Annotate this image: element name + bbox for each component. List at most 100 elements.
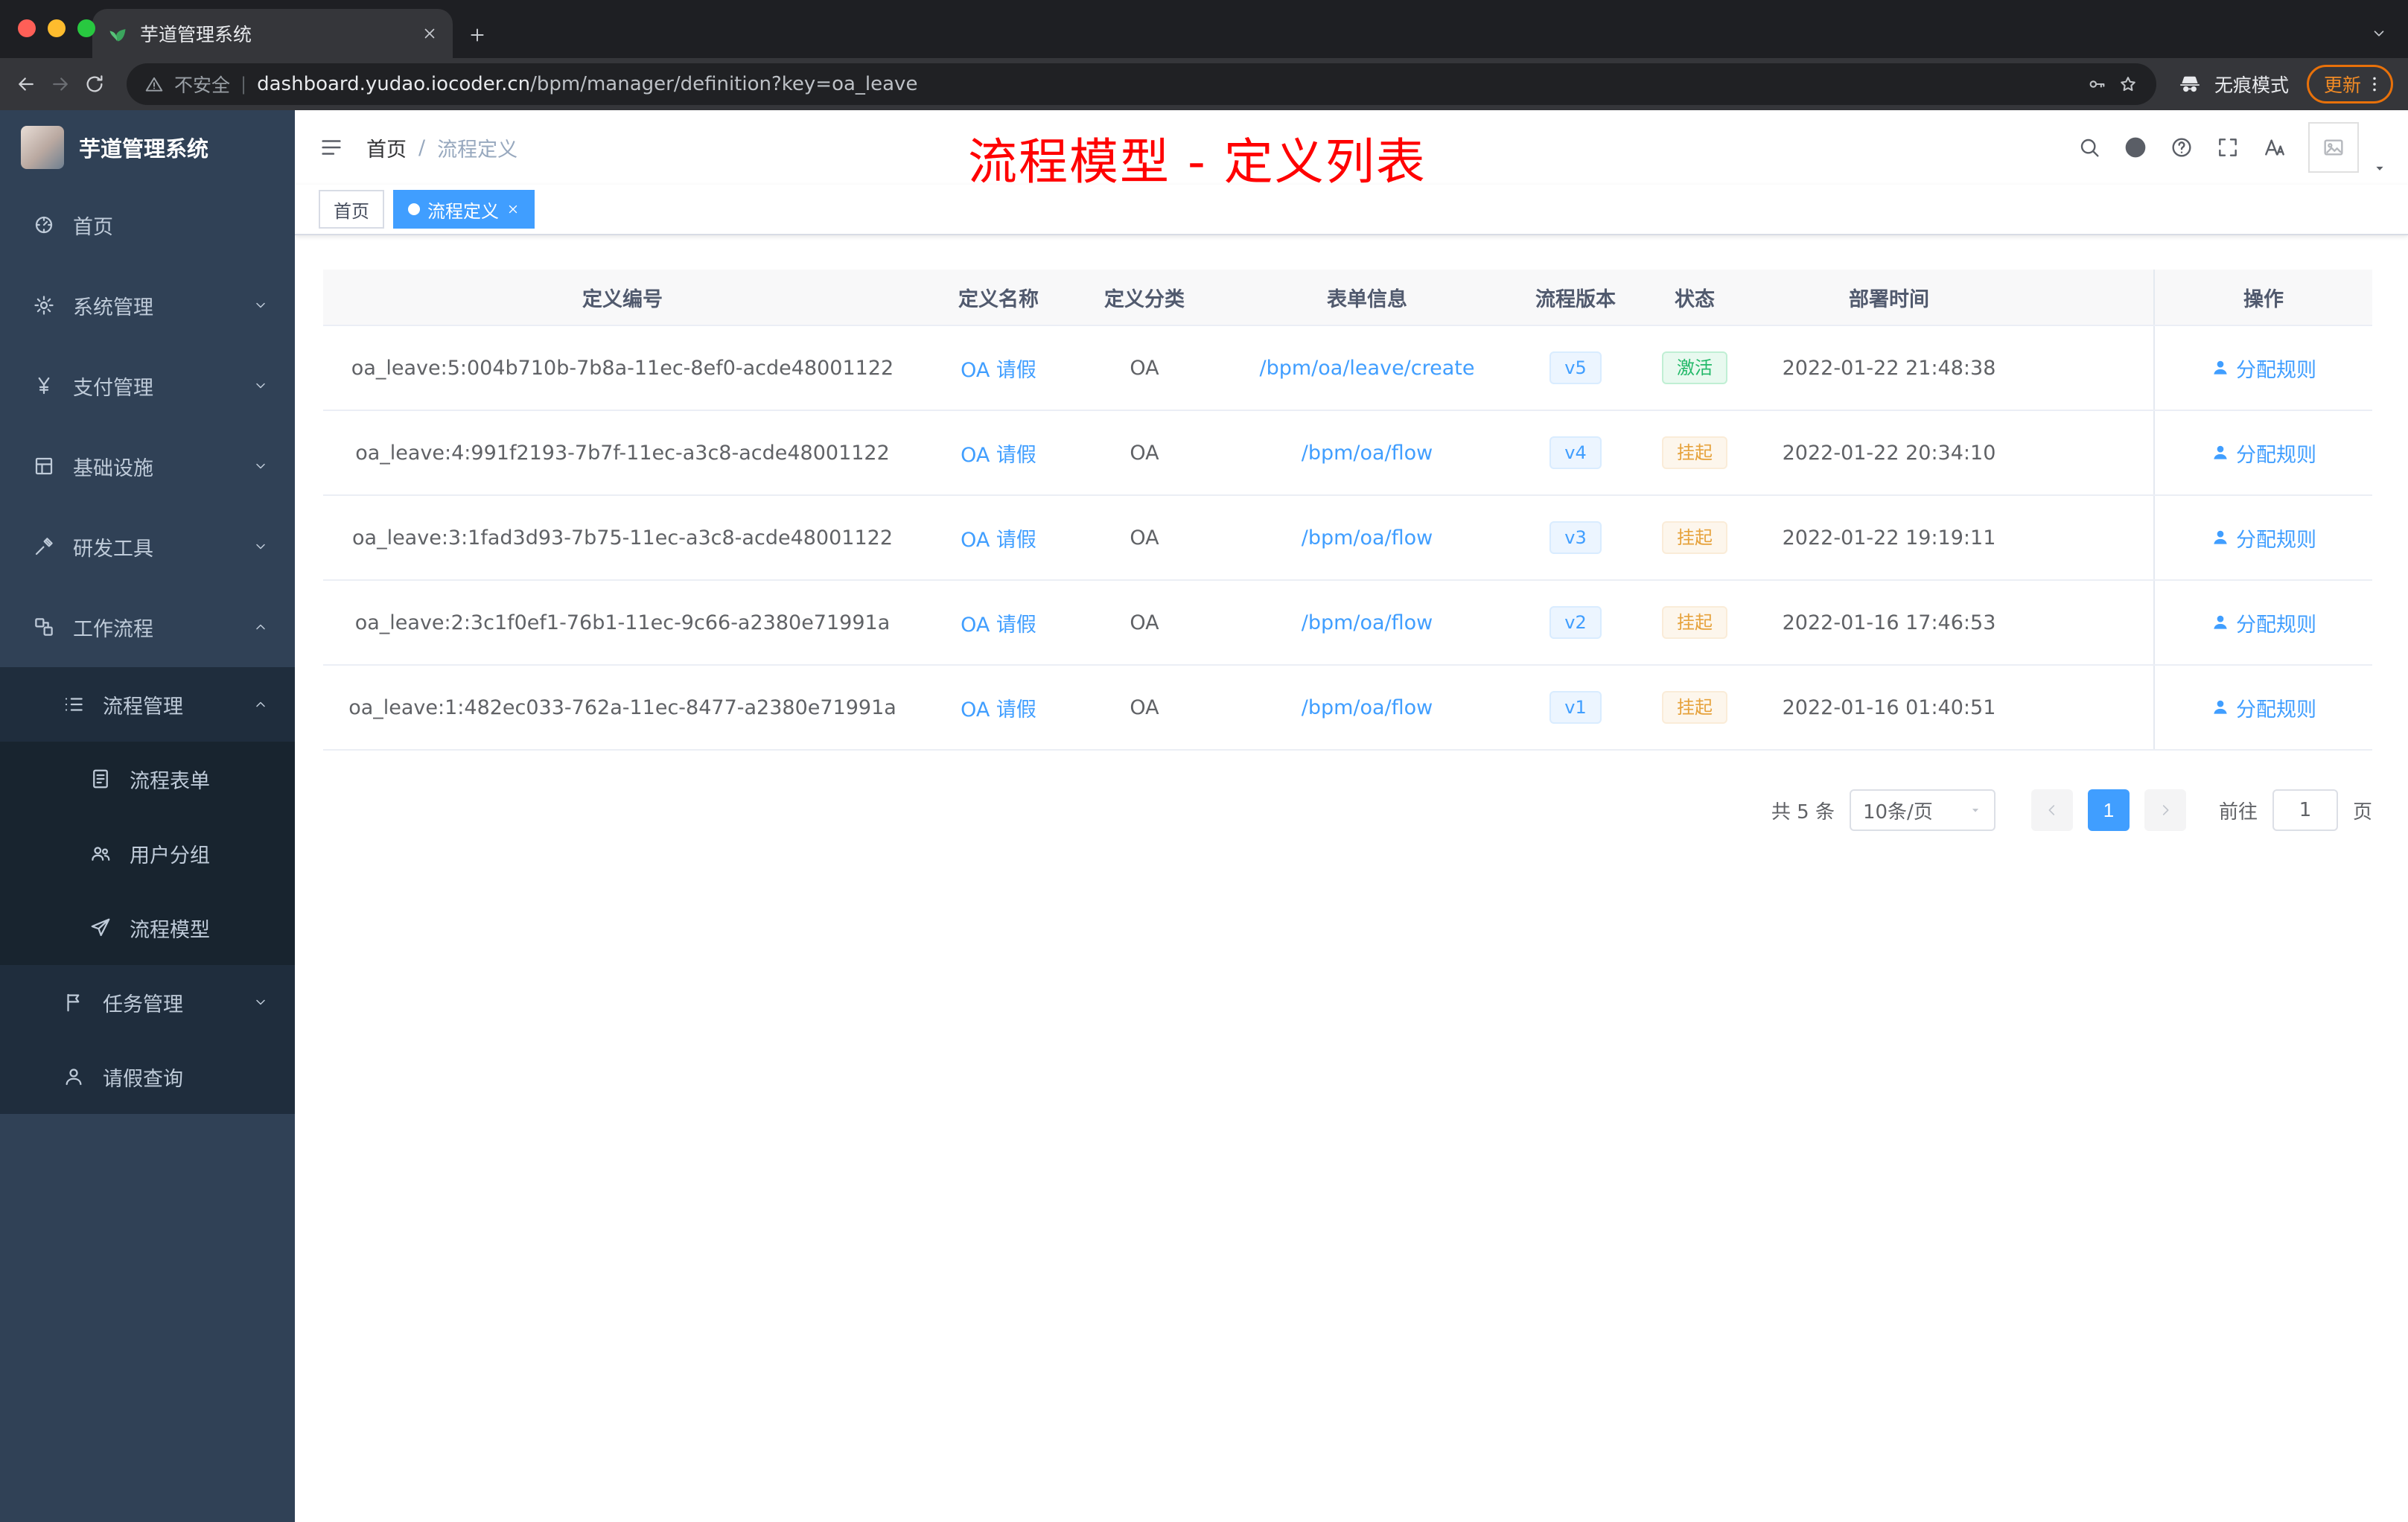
url-separator: | (241, 74, 247, 95)
url-host: dashboard.yudao.iocoder.cn (257, 73, 531, 95)
browser-tab[interactable]: 芋道管理系统 (92, 9, 453, 58)
form-icon (89, 768, 112, 790)
definition-name-cell: OA 请假 (922, 693, 1075, 722)
table-row: oa_leave:2:3c1f0ef1-76b1-11ec-9c66-a2380… (323, 581, 2372, 666)
fullscreen-icon[interactable] (2216, 136, 2240, 159)
github-icon[interactable] (2124, 136, 2147, 159)
app-title: 芋道管理系统 (79, 136, 209, 162)
tasks-icon (63, 991, 85, 1013)
next-page-button[interactable] (2144, 789, 2186, 831)
sidebar-item-tools[interactable]: 研发工具 (0, 506, 295, 587)
assign-rule-label: 分配规则 (2236, 613, 2316, 637)
definition-category-cell: OA (1130, 611, 1159, 634)
sidebar-item-group[interactable]: 用户分组 (0, 816, 295, 891)
tag-dot (408, 203, 420, 215)
deploy-time-cell: 2022-01-22 21:48:38 (1782, 356, 1996, 380)
list-icon (63, 693, 85, 716)
form-info-cell: /bpm/oa/flow (1214, 442, 1520, 465)
assign-rule-link[interactable]: 分配规则 (2211, 523, 2316, 553)
back-button[interactable] (15, 73, 37, 95)
font-size-icon[interactable] (2262, 136, 2286, 159)
definition-id-cell: oa_leave:5:004b710b-7b8a-11ec-8ef0-acde4… (351, 356, 894, 380)
reload-button[interactable] (83, 73, 106, 95)
status-badge: 挂起 (1662, 521, 1727, 554)
chevron-left-icon (2044, 802, 2060, 818)
tag-active[interactable]: 流程定义 (393, 190, 535, 229)
security-label[interactable]: 不安全 (174, 71, 230, 98)
chevron-down-icon (253, 539, 268, 554)
page-content: 定义编号 定义名称 定义分类 表单信息 流程版本 状态 部署时间 操作 oa_leave:5:0… (295, 235, 2408, 1522)
url-path: /bpm/manager/definition?key=oa_leave (530, 73, 918, 95)
user-avatar[interactable] (2308, 122, 2359, 173)
status-cell: 挂起 (1631, 691, 1759, 724)
person-icon (2211, 358, 2230, 378)
sidebar-item-tasks[interactable]: 任务管理 (0, 965, 295, 1039)
tag-item[interactable]: 首页 (319, 190, 384, 229)
page-size-select[interactable]: 10条/页 (1849, 789, 1995, 831)
forward-button[interactable] (49, 73, 71, 95)
form-info-link[interactable]: /bpm/oa/leave/create (1260, 357, 1475, 380)
url-bar[interactable]: 不安全 | dashboard.yudao.iocoder.cn/bpm/man… (127, 63, 2156, 105)
tab-close-icon[interactable] (421, 25, 438, 42)
form-info-link[interactable]: /bpm/oa/flow (1302, 611, 1433, 634)
sidebar-item-list[interactable]: 流程管理 (0, 667, 295, 742)
sidebar-item-send[interactable]: 流程模型 (0, 891, 295, 965)
help-icon[interactable] (2170, 136, 2194, 159)
sidebar-item-infra[interactable]: 基础设施 (0, 426, 295, 506)
definition-name-link[interactable]: OA 请假 (961, 529, 1036, 552)
breadcrumb-separator: / (418, 136, 426, 159)
definition-id-cell: oa_leave:3:1fad3d93-7b75-11ec-a3c8-acde4… (352, 526, 893, 550)
definition-name-link[interactable]: OA 请假 (961, 698, 1036, 722)
assign-rule-link[interactable]: 分配规则 (2211, 439, 2316, 468)
browser-toolbar: 不安全 | dashboard.yudao.iocoder.cn/bpm/man… (0, 58, 2408, 110)
sidebar-item-yen[interactable]: 支付管理 (0, 346, 295, 426)
form-info-link[interactable]: /bpm/oa/flow (1302, 696, 1433, 719)
yen-icon (33, 375, 55, 397)
tag-close-icon[interactable] (506, 203, 520, 216)
bookmark-star-icon[interactable] (2118, 74, 2138, 95)
sidebar-item-user[interactable]: 请假查询 (0, 1039, 295, 1114)
prev-page-button[interactable] (2030, 789, 2073, 831)
avatar-caret-icon[interactable] (2372, 161, 2387, 176)
form-info-cell: /bpm/oa/flow (1214, 526, 1520, 550)
user-icon (63, 1066, 85, 1088)
assign-rule-label: 分配规则 (2236, 358, 2316, 382)
tab-overflow-icon[interactable] (2371, 25, 2387, 42)
sidebar-item-dashboard[interactable]: 首页 (0, 185, 295, 265)
form-info-link[interactable]: /bpm/oa/flow (1302, 442, 1433, 465)
page-number-1[interactable]: 1 (2087, 789, 2130, 831)
sidebar-item-workflow[interactable]: 工作流程 (0, 587, 295, 667)
goto-page-input[interactable] (2272, 789, 2338, 831)
table-row: oa_leave:4:991f2193-7b7f-11ec-a3c8-acde4… (323, 411, 2372, 496)
update-label: 更新 (2323, 74, 2361, 96)
status-badge: 挂起 (1662, 691, 1727, 724)
new-tab-button[interactable] (468, 25, 487, 45)
breadcrumb: 首页 / 流程定义 (366, 133, 517, 162)
assign-rule-link[interactable]: 分配规则 (2211, 608, 2316, 637)
operation-cell: 分配规则 (2153, 496, 2372, 579)
status-badge: 激活 (1662, 351, 1727, 384)
hamburger-icon[interactable] (319, 135, 344, 160)
assign-rule-link[interactable]: 分配规则 (2211, 693, 2316, 722)
app-logo[interactable]: 芋道管理系统 (0, 110, 295, 185)
breadcrumb-home[interactable]: 首页 (366, 133, 407, 162)
password-key-icon[interactable] (2086, 74, 2107, 95)
window-close-button[interactable] (18, 19, 36, 37)
definition-name-link[interactable]: OA 请假 (961, 614, 1036, 637)
definition-id-cell: oa_leave:1:482ec033-762a-11ec-8477-a2380… (348, 695, 896, 719)
assign-rule-label: 分配规则 (2236, 698, 2316, 722)
sidebar-item-form[interactable]: 流程表单 (0, 742, 295, 816)
form-info-link[interactable]: /bpm/oa/flow (1302, 526, 1433, 550)
browser-menu-icon[interactable] (2364, 74, 2385, 95)
sidebar-item-gear[interactable]: 系统管理 (0, 265, 295, 346)
window-minimize-button[interactable] (48, 19, 66, 37)
table-row: oa_leave:1:482ec033-762a-11ec-8477-a2380… (323, 666, 2372, 751)
search-icon[interactable] (2077, 136, 2101, 159)
update-button[interactable]: 更新 (2306, 65, 2393, 104)
assign-rule-link[interactable]: 分配规则 (2211, 354, 2316, 383)
col-form-info-header: 表单信息 (1327, 287, 1407, 311)
window-zoom-button[interactable] (77, 19, 95, 37)
definition-name-link[interactable]: OA 请假 (961, 444, 1036, 467)
definition-id-cell: oa_leave:2:3c1f0ef1-76b1-11ec-9c66-a2380… (354, 611, 891, 634)
definition-name-link[interactable]: OA 请假 (961, 359, 1036, 382)
